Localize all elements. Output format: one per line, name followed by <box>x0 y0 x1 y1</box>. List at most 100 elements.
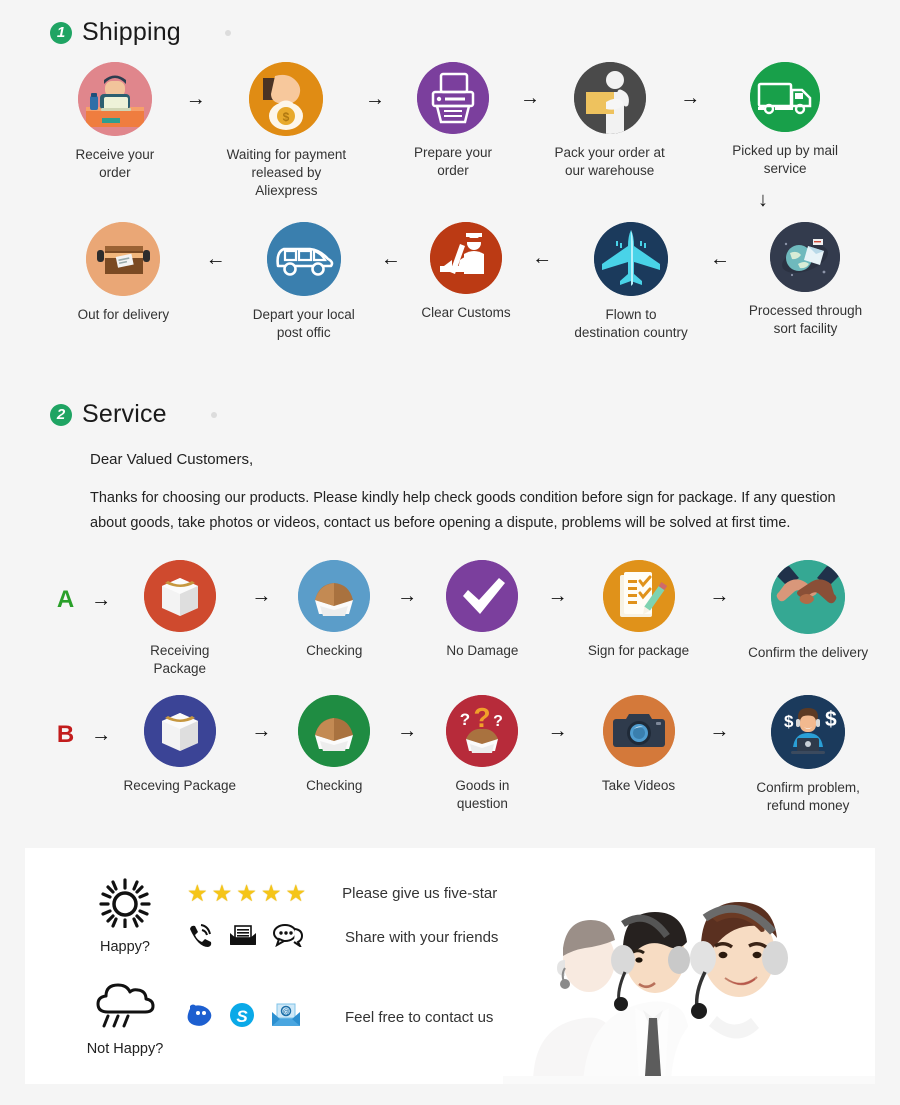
happy-mood: Happy? <box>77 878 173 955</box>
service-flow-row-b: B Receving Package <box>52 695 872 815</box>
phone-ring-icon[interactable] <box>187 923 213 952</box>
star-icon[interactable]: ★ <box>212 881 233 905</box>
delivery-truck-icon <box>750 62 821 132</box>
white-box-icon <box>143 560 216 632</box>
rain-cloud-icon <box>94 978 156 1035</box>
service-step-confirm-refund: $ $ Confirm problem, refund money <box>744 695 872 815</box>
airplane-icon <box>594 222 669 296</box>
star-icon[interactable]: ★ <box>261 881 282 905</box>
svg-text:@: @ <box>282 1009 289 1016</box>
camera-icon <box>602 695 675 767</box>
flow-step-out-for-delivery: Out for delivery <box>56 222 191 324</box>
arrow-right-icon <box>172 62 220 136</box>
flow-step-prepare-order: Prepare your order <box>397 62 509 180</box>
flow-step-waiting-payment: $ Waiting for payment released by Aliexp… <box>220 62 353 200</box>
arrow-right-icon <box>668 62 712 134</box>
arrow-right-icon <box>79 695 123 775</box>
check-mark-icon <box>446 560 519 632</box>
arrow-right-icon <box>694 560 744 632</box>
svg-text:?: ? <box>494 713 504 730</box>
service-step-label: Goods in question <box>455 778 510 811</box>
arrow-right-icon <box>353 62 397 136</box>
service-step-take-videos: Take Videos <box>583 695 695 795</box>
worker-package-icon <box>573 62 646 134</box>
email-icon[interactable]: @ <box>271 1002 301 1033</box>
arrow-left-icon <box>695 222 745 296</box>
printer-icon <box>416 62 489 134</box>
flow-step-flown-destination: Flown to destination country <box>567 222 695 342</box>
arrow-left-icon <box>517 222 567 294</box>
service-step-checking-a: Checking <box>286 560 382 660</box>
support-agent-money-icon: $ $ <box>771 695 846 769</box>
flow-step-pack-order: Pack your order at our warehouse <box>551 62 668 180</box>
flow-step-label: Depart your local post offic <box>252 307 355 340</box>
svg-text:$: $ <box>825 708 837 731</box>
skype-icon[interactable]: S <box>229 1002 255 1033</box>
arrow-right-icon <box>382 695 432 767</box>
service-step-checking-b: Checking <box>286 695 382 795</box>
aliwangwang-icon[interactable] <box>187 1002 213 1033</box>
arrow-right-icon <box>236 695 286 767</box>
chat-bubble-icon[interactable] <box>273 923 304 952</box>
flow-step-label: Clear Customs <box>421 305 511 320</box>
flow-step-label: Receive your order <box>75 147 155 180</box>
service-step-label: Receving Package <box>123 778 237 793</box>
row-letter-b: B <box>56 721 75 748</box>
svg-text:$: $ <box>784 712 794 731</box>
service-greeting: Dear Valued Customers, <box>90 451 254 468</box>
five-star-text: Please give us five-star <box>342 884 498 902</box>
flow-step-clear-customs: Clear Customs <box>415 222 517 322</box>
contact-us-text: Feel free to contact us <box>345 1009 494 1026</box>
customs-officer-icon <box>429 222 502 294</box>
decorative-dot-icon <box>224 29 231 36</box>
star-rating[interactable]: ★ ★ ★ ★ ★ <box>187 881 307 905</box>
star-icon[interactable]: ★ <box>286 881 307 905</box>
feedback-not-happy-block: Not Happy? S @ Feel free to contact us <box>77 978 493 1057</box>
arrow-right-icon <box>509 62 551 134</box>
svg-text:?: ? <box>474 702 491 733</box>
decorative-dot-icon <box>210 411 217 418</box>
flow-step-label: Prepare your order <box>413 145 493 178</box>
arrow-left-icon <box>191 222 241 296</box>
contact-icons: S @ <box>187 1002 309 1033</box>
delivery-van-icon <box>266 222 341 296</box>
white-box-icon <box>143 695 216 767</box>
parcel-box-icon <box>86 222 161 296</box>
hand-money-bag-icon: $ <box>249 62 324 136</box>
service-step-no-damage: No Damage <box>432 560 533 660</box>
flow-step-label: Processed through sort facility <box>748 303 863 336</box>
svg-text:?: ? <box>460 710 470 729</box>
product-description-page: 1 Shipping Receive your order → $ Waitin… <box>0 0 900 1105</box>
flow-step-sort-facility: Processed through sort facility <box>745 222 866 338</box>
flow-step-label: Out for delivery <box>77 307 170 322</box>
handshake-icon <box>771 560 846 634</box>
service-step-confirm-delivery: Confirm the delivery <box>744 560 872 662</box>
section-heading-shipping: 1 Shipping <box>50 18 231 47</box>
not-happy-mood: Not Happy? <box>77 978 173 1057</box>
flow-step-receive-order: Receive your order <box>58 62 172 182</box>
service-flow-row-a: A Receiving Package <box>52 560 872 678</box>
service-step-label: Take Videos <box>601 778 676 793</box>
open-carton-icon <box>298 695 371 767</box>
section-badge-1: 1 <box>50 21 72 44</box>
star-icon[interactable]: ★ <box>236 881 257 905</box>
open-carton-icon <box>298 560 371 632</box>
service-step-label: Confirm the delivery <box>748 645 869 660</box>
service-step-label: Checking <box>306 778 363 793</box>
arrow-right-icon <box>533 695 583 767</box>
arrow-down-icon <box>758 189 768 212</box>
person-at-desk-icon <box>77 62 152 136</box>
flow-step-label: Picked up by mail service <box>732 143 839 176</box>
happy-label: Happy? <box>100 939 150 955</box>
star-icon[interactable]: ★ <box>187 881 208 905</box>
sun-icon <box>97 878 153 933</box>
row-letter-a: A <box>56 586 75 613</box>
page-title-shipping: Shipping <box>82 18 181 46</box>
service-step-label: Sign for package <box>587 643 690 658</box>
arrow-right-icon <box>533 560 583 632</box>
arrow-right-icon <box>382 560 432 632</box>
service-step-receiving-package-a: Receiving Package <box>123 560 236 678</box>
service-step-label: Confirm problem, refund money <box>756 780 860 813</box>
envelope-icon[interactable] <box>229 923 257 952</box>
flow-step-label: Pack your order at our warehouse <box>554 145 665 178</box>
